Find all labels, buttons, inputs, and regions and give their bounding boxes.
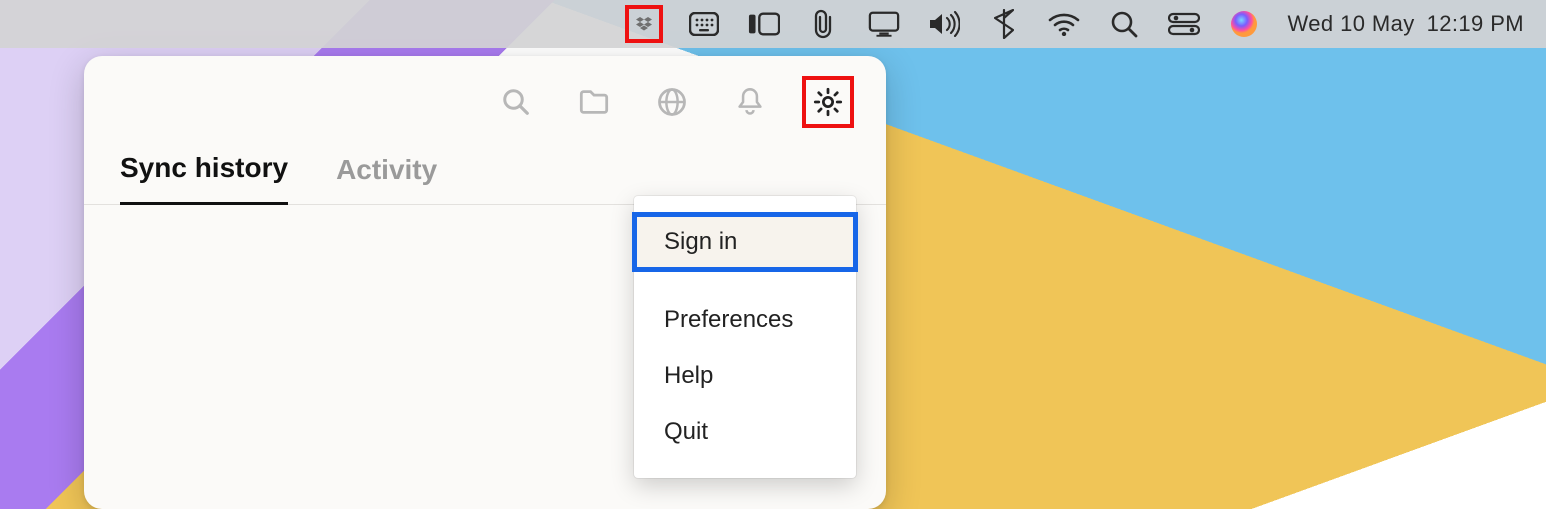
folder-icon[interactable]	[576, 84, 612, 120]
settings-menu: Sign in Preferences Help Quit	[634, 196, 856, 478]
bluetooth-icon[interactable]	[988, 8, 1020, 40]
wifi-icon[interactable]	[1048, 8, 1080, 40]
tab-activity[interactable]: Activity	[336, 154, 437, 204]
paperclip-icon[interactable]	[808, 8, 840, 40]
keyboard-viewer-icon[interactable]	[688, 8, 720, 40]
menu-item-sign-in[interactable]: Sign in	[634, 214, 856, 270]
search-icon[interactable]	[498, 84, 534, 120]
menubar-clock[interactable]: Wed 10 May 12:19 PM	[1288, 11, 1524, 37]
dropbox-icon[interactable]	[628, 8, 660, 40]
display-icon[interactable]	[868, 8, 900, 40]
menu-item-preferences[interactable]: Preferences	[634, 292, 856, 348]
menu-item-help[interactable]: Help	[634, 348, 856, 404]
control-center-icon[interactable]	[1168, 8, 1200, 40]
menubar-status-icons	[628, 8, 1260, 40]
bell-icon[interactable]	[732, 84, 768, 120]
gear-icon[interactable]	[810, 84, 846, 120]
macos-menubar: Wed 10 May 12:19 PM	[0, 0, 1546, 48]
menubar-time: 12:19 PM	[1427, 11, 1524, 37]
volume-icon[interactable]	[928, 8, 960, 40]
menubar-date: Wed 10 May	[1288, 11, 1415, 37]
panel-toolbar	[84, 56, 886, 130]
tab-sync-history[interactable]: Sync history	[120, 152, 288, 205]
siri-icon[interactable]	[1228, 8, 1260, 40]
globe-icon[interactable]	[654, 84, 690, 120]
spotlight-icon[interactable]	[1108, 8, 1140, 40]
menu-separator	[634, 270, 856, 292]
sidecar-icon[interactable]	[748, 8, 780, 40]
dropbox-panel: Sync history Activity Sign in Preference…	[84, 56, 886, 509]
panel-tabs: Sync history Activity	[84, 130, 886, 205]
menu-item-quit[interactable]: Quit	[634, 404, 856, 460]
